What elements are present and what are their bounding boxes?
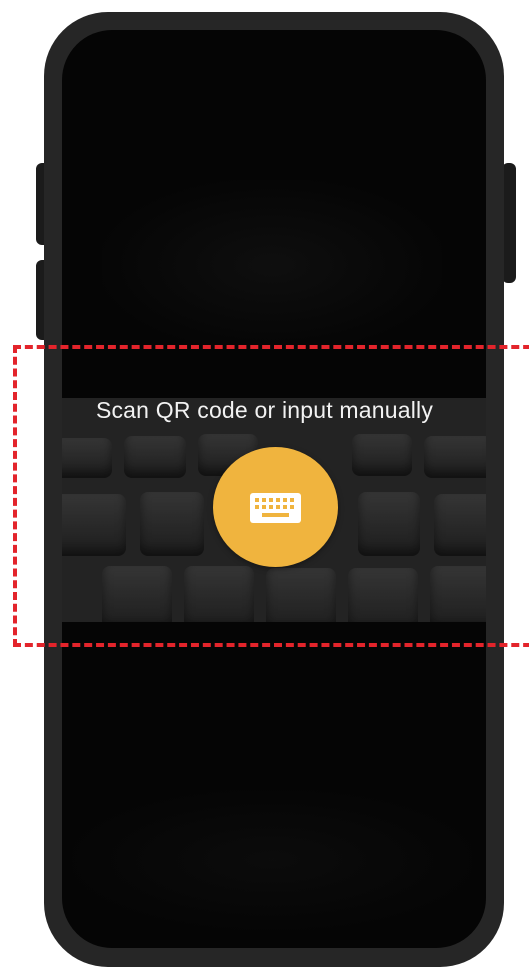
keyboard-key (352, 434, 412, 476)
keyboard-key (184, 566, 254, 622)
keyboard-key (140, 492, 204, 556)
keyboard-key (62, 494, 126, 556)
camera-preview-dark-top (102, 180, 442, 350)
scan-instruction-text: Scan QR code or input manually (95, 397, 434, 423)
screenshot-stage: Scan QR code or input manually (0, 0, 529, 968)
keyboard-key (424, 436, 486, 478)
camera-preview-dark-bottom (72, 790, 472, 930)
keyboard-key (102, 566, 172, 622)
keyboard-icon (250, 493, 301, 523)
power-button (502, 163, 516, 283)
keyboard-key (62, 438, 112, 478)
keyboard-key (266, 568, 336, 622)
manual-input-button[interactable] (213, 447, 338, 567)
keyboard-key (434, 494, 486, 556)
keyboard-key (348, 568, 418, 622)
keyboard-key (124, 436, 186, 478)
keyboard-key (358, 492, 420, 556)
keyboard-key (430, 566, 486, 622)
